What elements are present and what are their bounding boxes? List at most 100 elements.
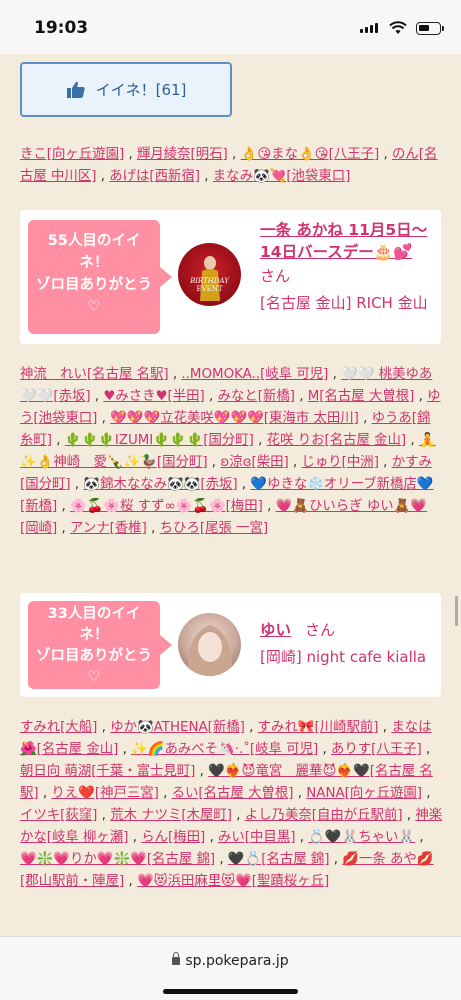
bubble-line-2: ネ！: [79, 627, 109, 643]
list-separator: ,: [358, 411, 372, 426]
cast-shop-1: [名古屋 金山] RICH 金山: [260, 294, 428, 312]
user-link[interactable]: すみれ[大船]: [20, 720, 97, 735]
signal-icon: [360, 23, 378, 33]
cast-san-2: さん: [305, 621, 336, 639]
cast-name-link-2[interactable]: ゆい: [260, 619, 291, 641]
list-separator: ,: [97, 411, 111, 426]
list-separator: ,: [318, 742, 331, 757]
list-separator: ,: [207, 455, 221, 470]
avatar-image: [187, 625, 233, 676]
list-separator: ,: [378, 720, 392, 735]
list-separator: ,: [204, 389, 218, 404]
user-link[interactable]: イツキ[荻窪]: [20, 808, 97, 823]
user-link[interactable]: M[名古屋 大曽根]: [308, 389, 415, 404]
list-separator: ,: [329, 852, 343, 867]
user-link[interactable]: よし乃美奈[自由が丘駅前]: [245, 808, 403, 823]
list-separator: ,: [414, 389, 428, 404]
user-link[interactable]: ♥みさき♥[半田]: [103, 389, 204, 404]
user-link[interactable]: 🌵🌵🌵IZUMI🌵🌵🌵[国分町]: [65, 433, 254, 448]
cast-name-2[interactable]: ゆい: [260, 621, 291, 639]
list-separator: ,: [158, 786, 172, 801]
thumbs-up-icon: [66, 81, 85, 98]
list-separator: ,: [118, 742, 132, 757]
scrollbar[interactable]: [455, 596, 458, 626]
user-link[interactable]: NANA[向ヶ丘遊園]: [306, 786, 422, 801]
list-separator: ,: [295, 830, 309, 845]
user-link[interactable]: 💖💖💖立花美咲💖💖💖[東海市 太田川]: [110, 411, 359, 426]
user-link[interactable]: 🌸🍒🌸桜 すず∞🌸🍒🌸[梅田]: [70, 499, 263, 514]
list-separator: ,: [293, 786, 307, 801]
user-link[interactable]: らん[梅田]: [141, 830, 205, 845]
user-link[interactable]: アンナ[香椎]: [70, 521, 147, 536]
user-link[interactable]: 💍🖤🐰ちゃい🐰: [308, 830, 415, 845]
heart-icon: ♡: [87, 669, 101, 685]
status-time: 19:03: [34, 18, 89, 38]
cast-san-1: さん: [260, 267, 291, 285]
like-users-list-1: きこ[向ヶ丘遊園] , 輝月綾奈[明石] , 👌😘まな👌😘[八王子] , のん[…: [20, 144, 443, 188]
user-link[interactable]: ✨🌈あみべそ🦄·.˚[岐阜 可児]: [131, 742, 318, 757]
bubble-line-1: 33人目のイイ: [47, 606, 141, 622]
cast-name-link-1[interactable]: 一条 あかね 11月5日〜14日バースデー🎂💕: [260, 219, 440, 263]
user-link[interactable]: まなみ🐼💘[池袋東口]: [213, 169, 351, 184]
user-link[interactable]: すみれ🎀[川崎駅前]: [258, 720, 379, 735]
list-separator: ,: [378, 455, 392, 470]
list-separator: ,: [200, 169, 213, 184]
list-separator: ,: [57, 499, 71, 514]
list-separator: ,: [253, 433, 267, 448]
user-link[interactable]: 神流 れい[名古屋 名駅]: [20, 367, 169, 382]
user-link[interactable]: ゆか🐼ATHENA[新橋]: [110, 720, 245, 735]
user-link[interactable]: ちひろ[尾張 一宮]: [160, 521, 268, 536]
list-separator: ,: [294, 389, 308, 404]
cast-avatar-2[interactable]: [178, 613, 241, 676]
list-separator: ,: [379, 147, 392, 162]
list-separator: ,: [168, 367, 182, 382]
status-bar: 19:03: [0, 0, 461, 54]
user-link[interactable]: るい[名古屋 大曽根]: [172, 786, 294, 801]
user-link[interactable]: じゅり[中洲]: [302, 455, 379, 470]
list-separator: ,: [90, 389, 104, 404]
milestone-card-1: 55人目のイイ ネ！ ゾロ目ありがとう ♡ BIRTHDAY EVENT 一条 …: [20, 210, 441, 344]
milestone-card-2: 33人目のイイ ネ！ ゾロ目ありがとう ♡ ゆい さん [岡崎] night c…: [20, 593, 441, 697]
list-separator: ,: [124, 147, 137, 162]
user-link[interactable]: みい[中目黒]: [218, 830, 295, 845]
user-link[interactable]: 💗😻浜田麻里😻💗[聖蹟桜ヶ丘]: [137, 874, 329, 889]
cast-shop-2: [岡崎] night cafe kialla: [260, 648, 427, 666]
list-separator: ,: [402, 808, 416, 823]
like-button[interactable]: イイネ！[61]: [20, 62, 232, 117]
list-separator: ,: [262, 499, 276, 514]
list-separator: ,: [237, 477, 251, 492]
list-separator: ,: [124, 874, 137, 889]
user-link[interactable]: ʚ涼ɞ[柴田]: [220, 455, 288, 470]
user-link[interactable]: 🐼錦木ななみ🐼🐼[赤坂]: [83, 477, 237, 492]
user-link[interactable]: 花咲 りお[名古屋 金山]: [267, 433, 406, 448]
list-separator: ,: [227, 147, 241, 162]
user-link[interactable]: 🖤💍[名古屋 錦]: [228, 852, 330, 867]
list-separator: ,: [421, 742, 431, 757]
list-separator: ,: [97, 808, 111, 823]
home-indicator[interactable]: [163, 989, 298, 994]
user-link[interactable]: ありす[八王子]: [331, 742, 422, 757]
user-link[interactable]: きこ[向ヶ丘遊園]: [20, 147, 124, 162]
list-separator: ,: [422, 786, 431, 801]
cast-avatar-1[interactable]: BIRTHDAY EVENT: [178, 243, 241, 306]
bubble-line-1: 55人目のイイ: [47, 233, 141, 249]
user-link[interactable]: ..MOMOKA..[岐阜 可児]: [181, 367, 328, 382]
heart-icon: ♡: [87, 299, 101, 315]
list-separator: ,: [57, 521, 71, 536]
avatar-image: BIRTHDAY EVENT: [189, 256, 230, 301]
user-link[interactable]: みなと[新橋]: [218, 389, 295, 404]
lock-icon: [172, 952, 181, 965]
user-link[interactable]: あげは[西新宿]: [109, 169, 200, 184]
user-link[interactable]: 朝日向 萌湖[千葉・富士見町]: [20, 764, 195, 779]
user-link[interactable]: りえ❤️[神戸三宮]: [51, 786, 158, 801]
user-link[interactable]: 💗❇️💗りか💗❇️💗[名古屋 錦]: [20, 852, 215, 867]
list-separator: ,: [128, 830, 142, 845]
url-bar[interactable]: sp.pokepara.jp: [0, 952, 461, 969]
user-link[interactable]: 荒木 ナツミ[木屋町]: [110, 808, 232, 823]
list-separator: ,: [205, 830, 219, 845]
url-text: sp.pokepara.jp: [185, 953, 289, 969]
list-separator: ,: [406, 433, 419, 448]
user-link[interactable]: 輝月綾奈[明石]: [137, 147, 228, 162]
wifi-icon: [389, 21, 407, 34]
user-link[interactable]: 👌😘まな👌😘[八王子]: [241, 147, 380, 162]
